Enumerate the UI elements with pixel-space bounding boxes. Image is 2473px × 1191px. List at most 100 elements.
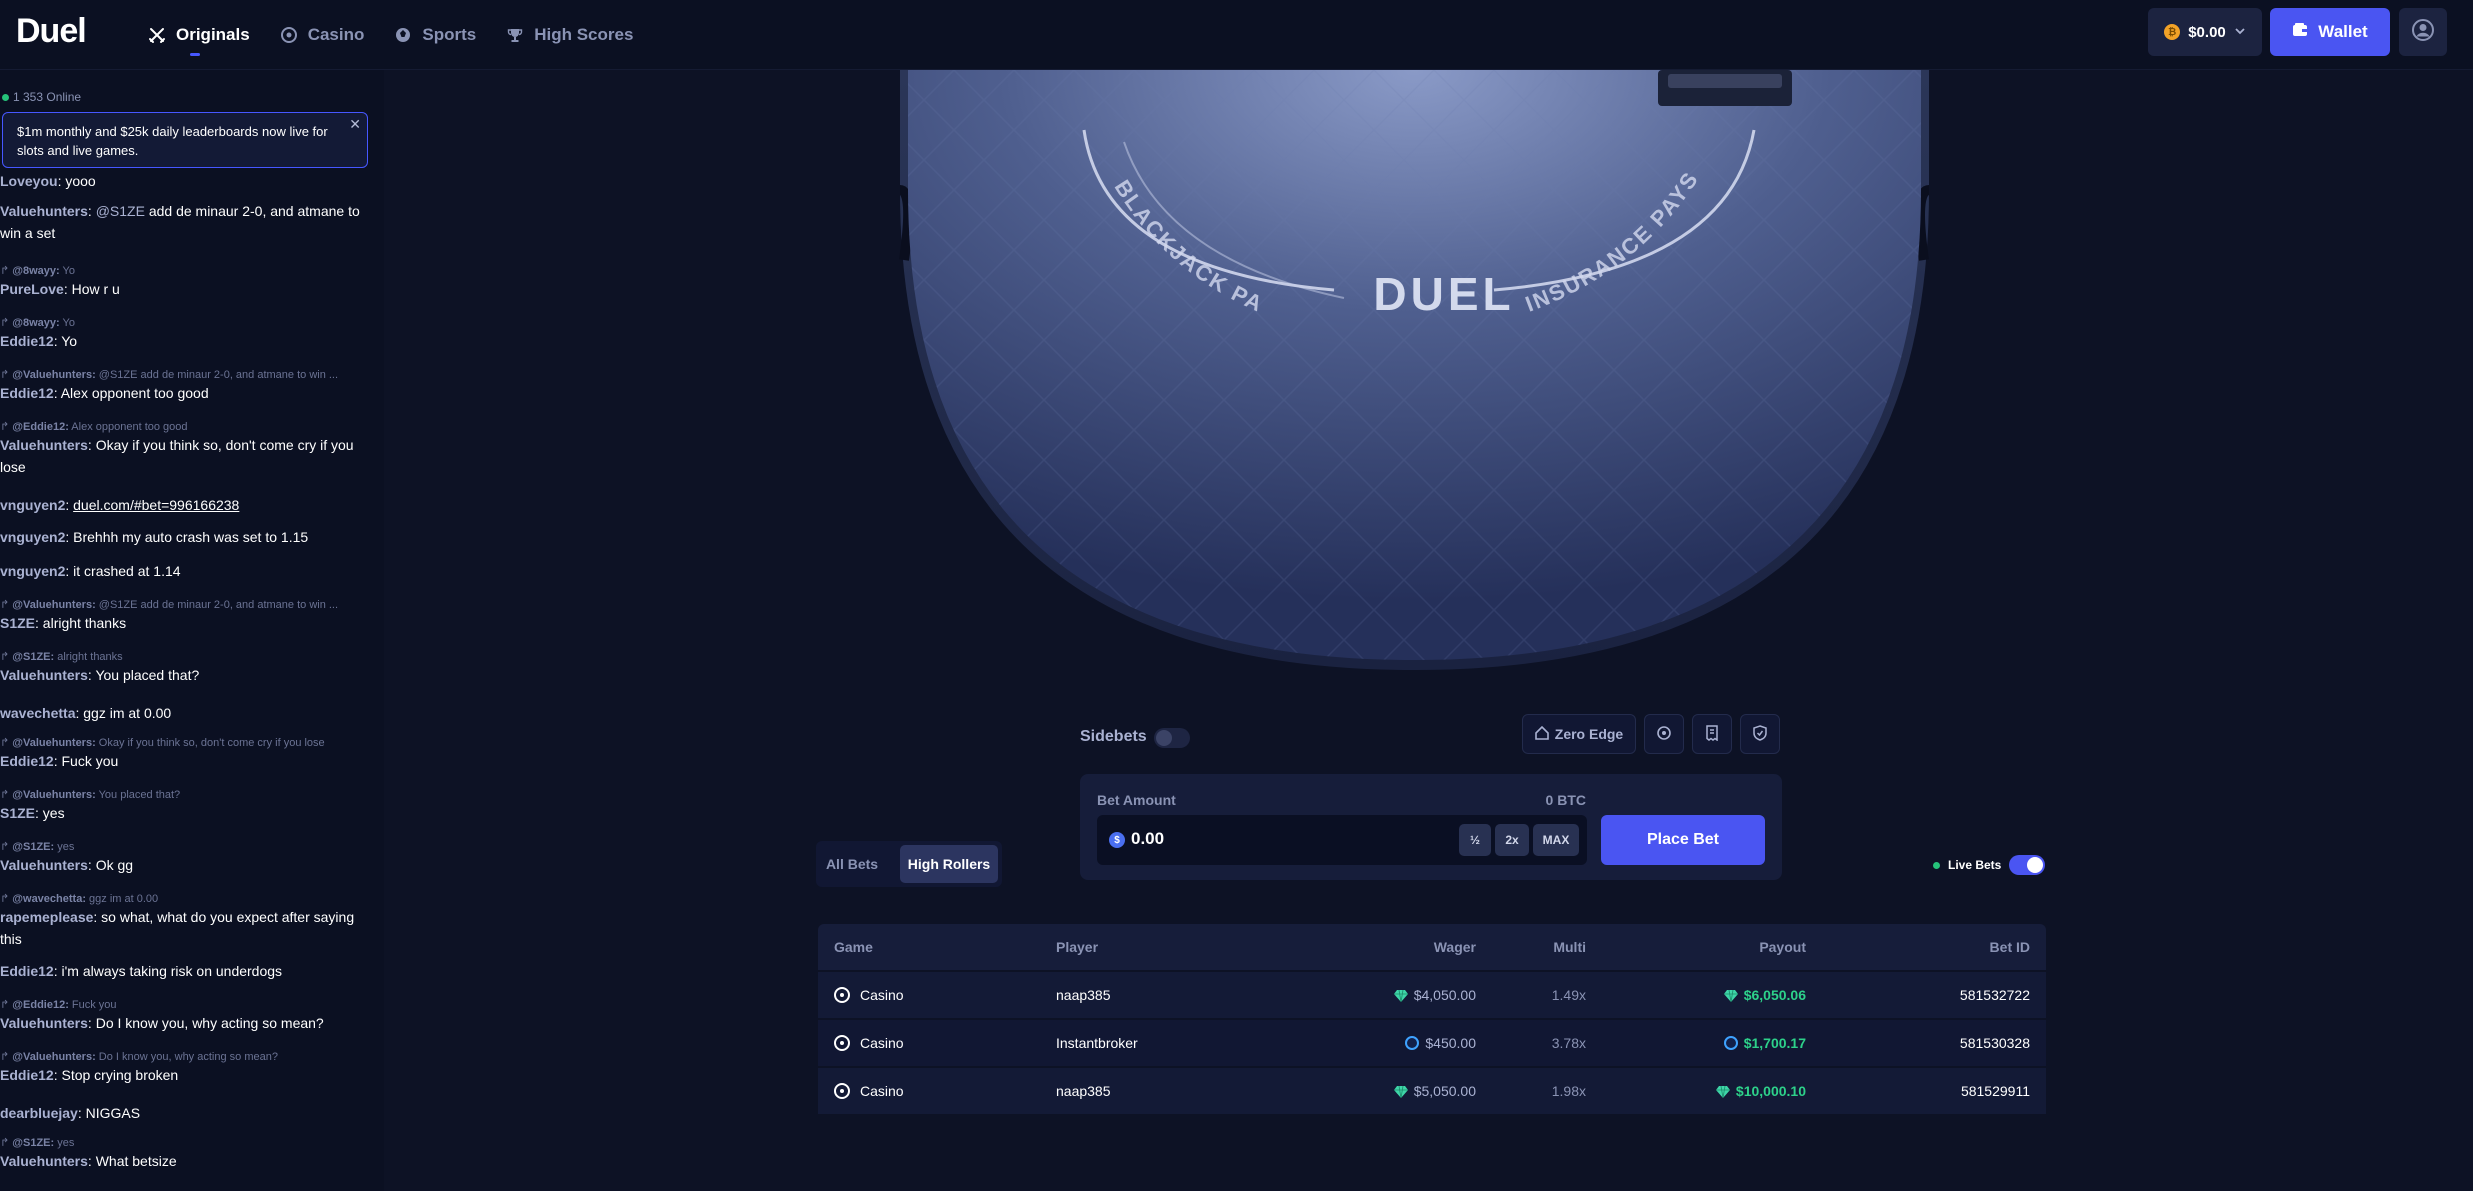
game-controls: Sidebets Zero Edge: [1080, 714, 1786, 762]
chat-username[interactable]: Valuehunters: [0, 1015, 88, 1031]
history-button[interactable]: [1692, 714, 1732, 754]
zero-edge-button[interactable]: Zero Edge: [1522, 714, 1636, 754]
chat-reply-preview[interactable]: ↱ @wavechetta: ggz im at 0.00: [0, 892, 364, 905]
row-bet-id[interactable]: 581530328: [1960, 1020, 2030, 1066]
live-bets-toggle[interactable]: [2009, 855, 2046, 875]
nav-high-scores[interactable]: High Scores: [506, 0, 633, 70]
row-bet-id[interactable]: 581529911: [1961, 1068, 2030, 1114]
bet-amount-input[interactable]: $ 0.00 ½ 2x MAX: [1097, 815, 1587, 865]
reply-username[interactable]: @Valuehunters:: [12, 599, 95, 611]
chat-reply-preview[interactable]: ↱ @Eddie12: Fuck you: [0, 998, 364, 1011]
gem-icon: [1715, 1085, 1730, 1099]
nav-originals[interactable]: Originals: [148, 0, 250, 70]
reply-username[interactable]: @wavechetta:: [12, 893, 86, 905]
chat-username[interactable]: wavechetta: [0, 705, 75, 721]
reply-username[interactable]: @Valuehunters:: [12, 369, 95, 381]
chat-username[interactable]: Eddie12: [0, 963, 54, 979]
chat-sidebar: 1 353 Online $1m monthly and $25k daily …: [0, 70, 384, 1191]
chat-username[interactable]: vnguyen2: [0, 497, 65, 513]
reply-username[interactable]: @S1ZE:: [12, 1137, 54, 1149]
reply-username[interactable]: @8wayy:: [12, 265, 59, 277]
chat-reply-preview[interactable]: ↱ @Valuehunters: @S1ZE add de minaur 2-0…: [0, 598, 364, 611]
nav-casino[interactable]: Casino: [280, 0, 364, 70]
sidebets-toggle[interactable]: [1154, 728, 1190, 748]
chat-username[interactable]: Loveyou: [0, 173, 58, 189]
online-count: 1 353 Online: [2, 90, 81, 104]
chat-username[interactable]: Eddie12: [0, 753, 54, 769]
reply-username[interactable]: @Eddie12:: [12, 421, 69, 433]
reply-text: alright thanks: [54, 651, 123, 663]
receipt-icon: [1705, 724, 1719, 744]
nav-sports[interactable]: Sports: [394, 0, 476, 70]
provably-fair-button[interactable]: [1740, 714, 1780, 754]
chat-message: wavechetta: ggz im at 0.00: [0, 705, 172, 721]
chat-username[interactable]: Valuehunters: [0, 437, 88, 453]
chat-username[interactable]: Eddie12: [0, 1067, 54, 1083]
chat-username[interactable]: PureLove: [0, 281, 64, 297]
table-row[interactable]: Casino naap385 $5,050.00 1.98x $10,000.10 581…: [818, 1066, 2046, 1114]
duel-logo[interactable]: Duel: [16, 12, 87, 51]
table-row[interactable]: Casino Instantbroker $450.00 3.78x $1,700.17…: [818, 1018, 2046, 1066]
fairness-button[interactable]: [1644, 714, 1684, 754]
wallet-button[interactable]: Wallet: [2270, 8, 2390, 56]
reply-username[interactable]: @8wayy:: [12, 317, 59, 329]
half-bet-button[interactable]: ½: [1459, 824, 1491, 856]
row-bet-id[interactable]: 581532722: [1960, 972, 2030, 1018]
chat-reply-preview[interactable]: ↱ @Eddie12: Alex opponent too good: [0, 420, 364, 433]
reply-username[interactable]: @Valuehunters:: [12, 1051, 95, 1063]
live-status-dot: [1933, 861, 1940, 869]
chat-message: dearbluejay: NIGGAS: [0, 1105, 141, 1121]
chat-username[interactable]: dearbluejay: [0, 1105, 78, 1121]
reply-username[interactable]: @Valuehunters:: [12, 789, 95, 801]
chat-username[interactable]: S1ZE: [0, 615, 35, 631]
reply-username[interactable]: @S1ZE:: [12, 651, 54, 663]
chat-reply-preview[interactable]: ↱ @Valuehunters: Do I know you, why acti…: [0, 1050, 364, 1063]
chat-bet-link[interactable]: duel.com/#bet=996166238: [73, 497, 239, 513]
reply-username[interactable]: @Valuehunters:: [12, 737, 95, 749]
chat-reply-preview[interactable]: ↱ @8wayy: Yo: [0, 264, 364, 277]
chat-reply-preview[interactable]: ↱ @S1ZE: alright thanks: [0, 650, 364, 663]
chat-username[interactable]: Valuehunters: [0, 203, 88, 219]
chat-username[interactable]: Eddie12: [0, 385, 54, 401]
chat-username[interactable]: vnguyen2: [0, 563, 65, 579]
profile-button[interactable]: [2399, 8, 2447, 56]
announcement-text: $1m monthly and $25k daily leaderboards …: [17, 124, 328, 158]
chat-username[interactable]: Valuehunters: [0, 667, 88, 683]
chat-message: vnguyen2: Brehhh my auto crash was set t…: [0, 529, 309, 545]
max-bet-button[interactable]: MAX: [1533, 824, 1579, 856]
close-icon[interactable]: ✕: [349, 115, 361, 134]
reply-username[interactable]: @Eddie12:: [12, 999, 69, 1011]
row-player[interactable]: naap385: [1056, 1068, 1111, 1114]
chat-username[interactable]: rapemeplease: [0, 909, 93, 925]
reply-username[interactable]: @S1ZE:: [12, 841, 54, 853]
swords-icon: [148, 26, 166, 44]
chat-reply-preview[interactable]: ↱ @Valuehunters: You placed that?: [0, 788, 364, 801]
tab-all-bets[interactable]: All Bets: [822, 845, 882, 883]
place-bet-button[interactable]: Place Bet: [1601, 815, 1765, 865]
chat-username[interactable]: Valuehunters: [0, 1153, 88, 1169]
balance-dropdown[interactable]: ₿ $0.00: [2148, 8, 2262, 56]
chat-reply-preview[interactable]: ↱ @Valuehunters: @S1ZE add de minaur 2-0…: [0, 368, 364, 381]
column-player: Player: [1056, 939, 1099, 955]
table-row[interactable]: Casino naap385 $4,050.00 1.49x $6,050.06 5815…: [818, 970, 2046, 1018]
chat-reply-preview[interactable]: ↱ @S1ZE: yes: [0, 1136, 364, 1149]
chat-username[interactable]: vnguyen2: [0, 529, 65, 545]
double-bet-button[interactable]: 2x: [1495, 824, 1529, 856]
user-avatar-icon: [2411, 18, 2435, 47]
chat-mention[interactable]: @S1ZE: [96, 203, 145, 219]
reply-text: Yo: [59, 317, 76, 329]
chat-reply-preview[interactable]: ↱ @8wayy: Yo: [0, 316, 364, 329]
usd-icon: $: [1109, 832, 1125, 848]
chat-username[interactable]: Eddie12: [0, 333, 54, 349]
chat-username[interactable]: S1ZE: [0, 805, 35, 821]
chat-reply-preview[interactable]: ↱ @S1ZE: yes: [0, 840, 364, 853]
chat-username[interactable]: Valuehunters: [0, 857, 88, 873]
row-player[interactable]: naap385: [1056, 972, 1111, 1018]
chat-reply-preview[interactable]: ↱ @Valuehunters: Okay if you think so, d…: [0, 736, 364, 749]
tab-high-rollers[interactable]: High Rollers: [900, 845, 998, 883]
chat-message: Valuehunters: Ok gg: [0, 857, 134, 873]
row-payout-value: $10,000.10: [1735, 1083, 1806, 1099]
row-player[interactable]: Instantbroker: [1056, 1020, 1138, 1066]
chat-message: Eddie12: i'm always taking risk on under…: [0, 963, 283, 979]
reply-text: Do I know you, why acting so mean?: [95, 1051, 278, 1063]
